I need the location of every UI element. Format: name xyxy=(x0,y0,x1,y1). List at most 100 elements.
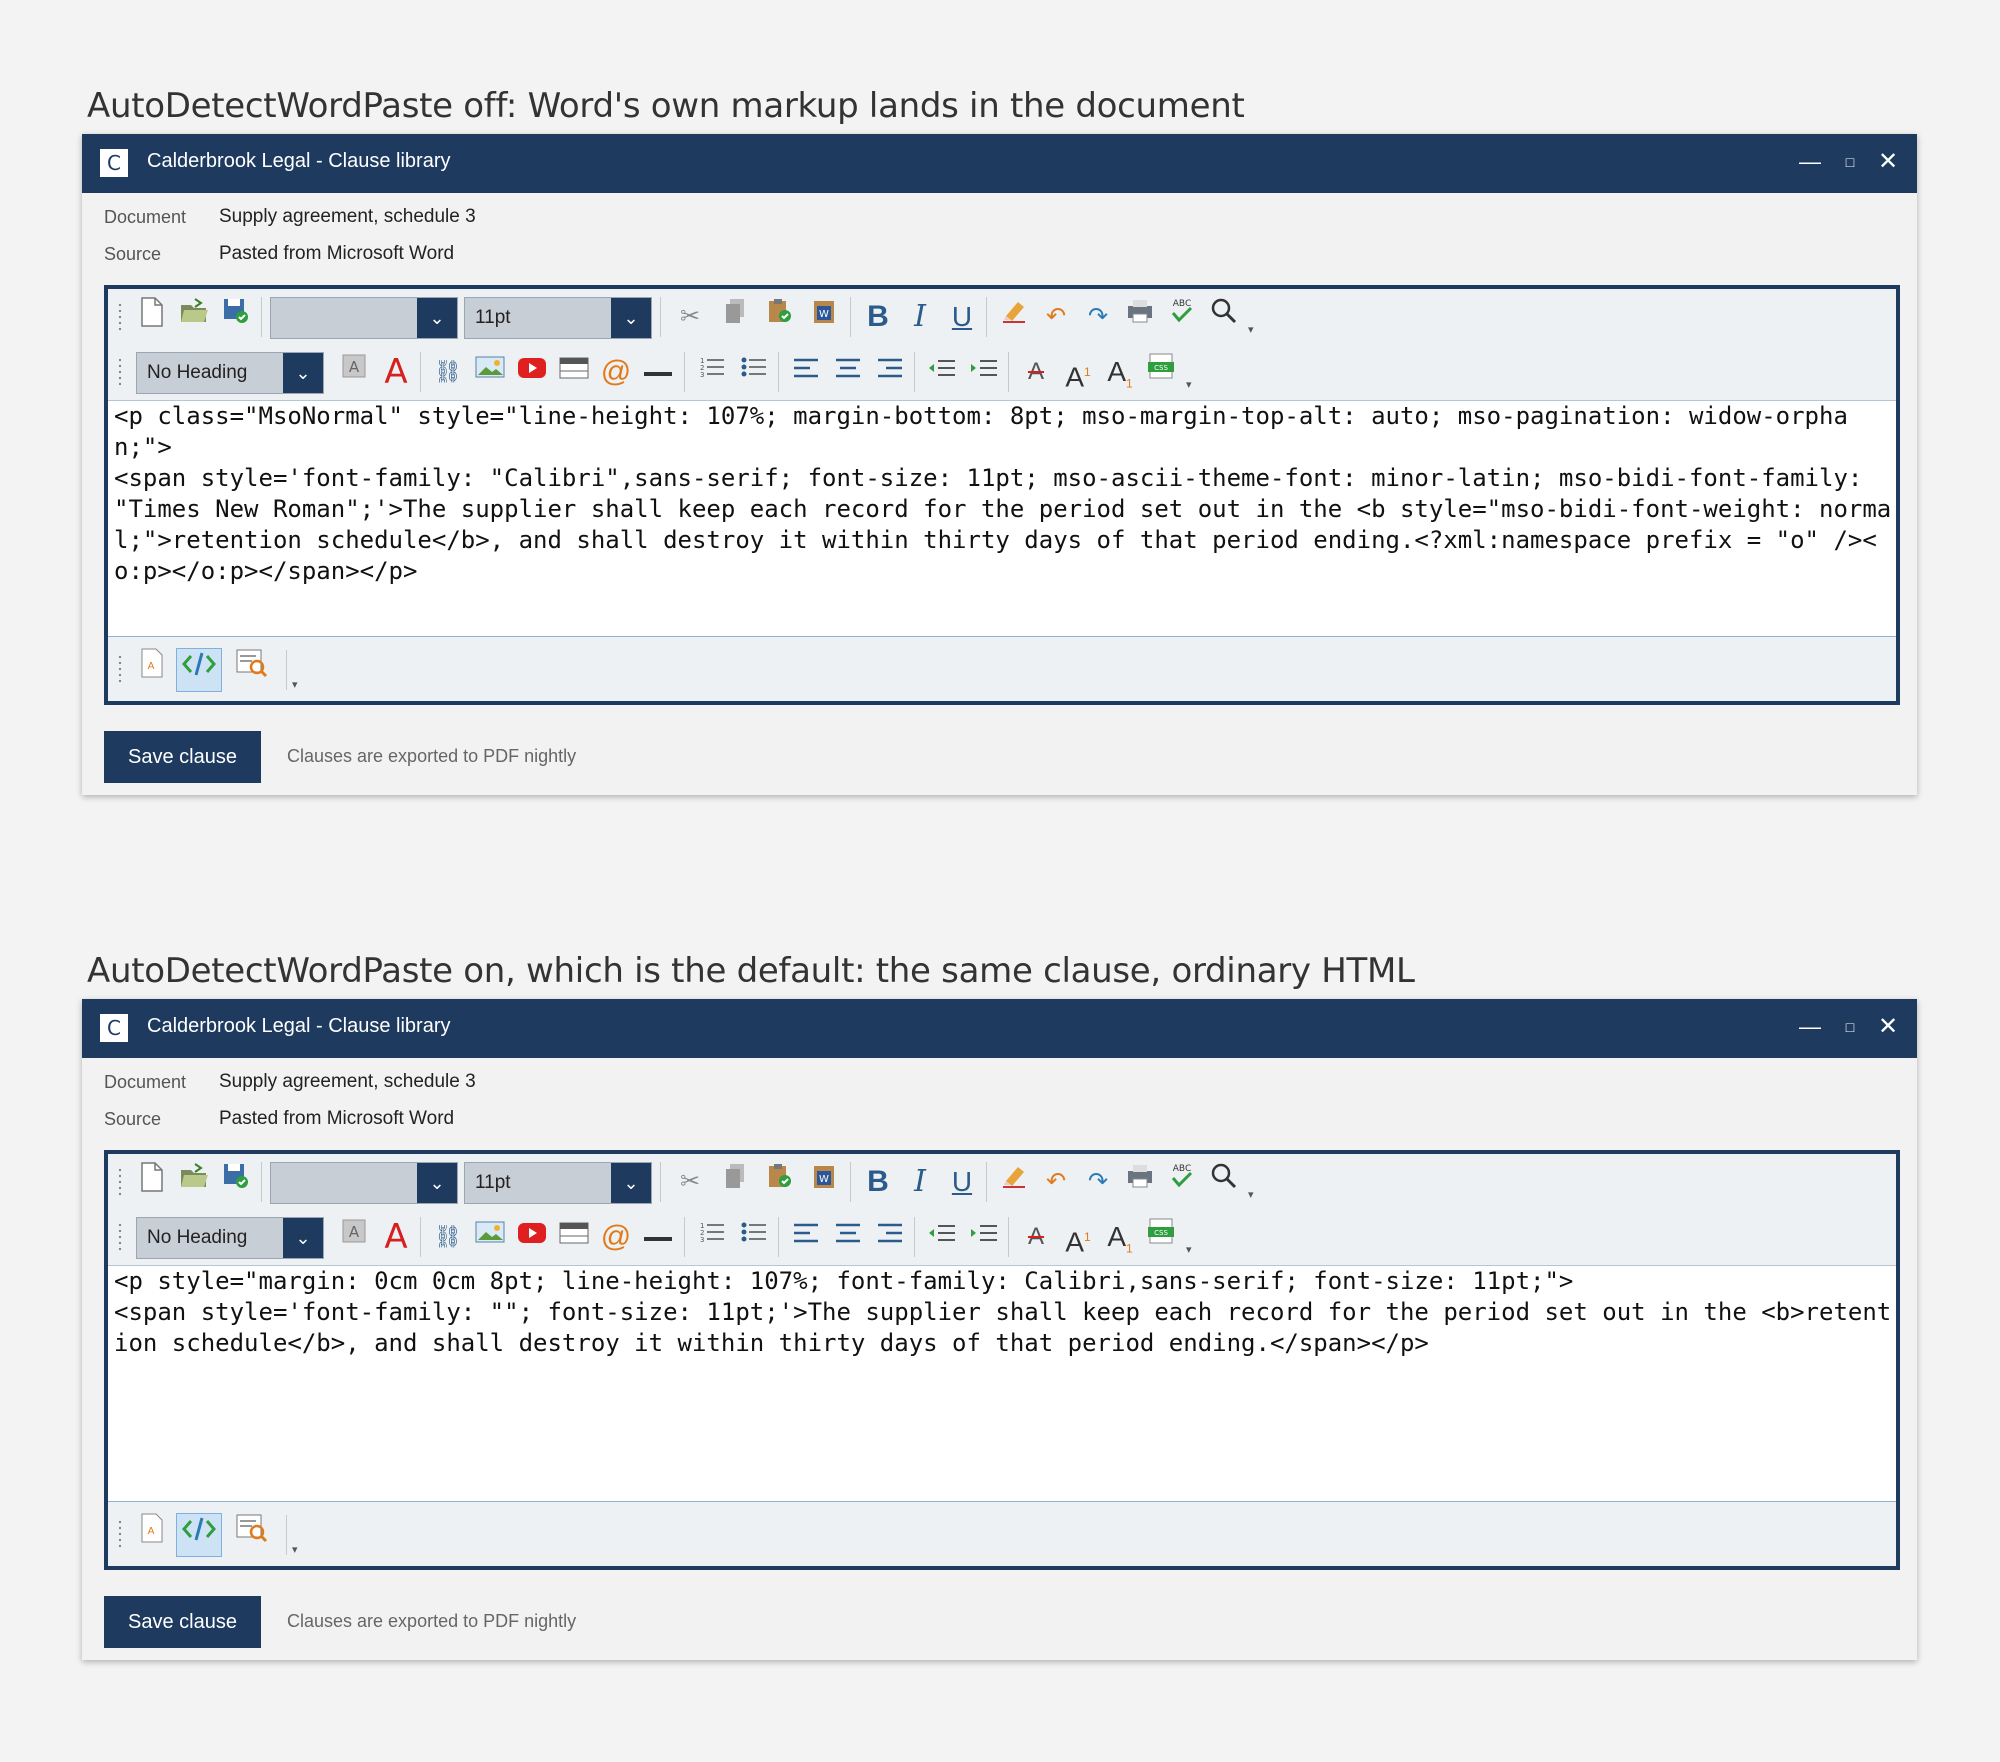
toolbar-grip[interactable] xyxy=(118,357,122,387)
design-mode-icon[interactable]: A xyxy=(132,648,172,688)
video-icon[interactable] xyxy=(512,1217,552,1257)
close-button[interactable]: ✕ xyxy=(1870,1009,1906,1045)
superscript-icon[interactable]: A1 xyxy=(1058,1217,1098,1257)
align-center-icon[interactable] xyxy=(828,352,868,392)
font-size-select[interactable]: 11pt ⌄ xyxy=(464,1162,652,1204)
chevron-down-icon[interactable]: ⌄ xyxy=(611,1163,651,1203)
numbered-list-icon[interactable]: 123 xyxy=(692,1217,732,1257)
chevron-down-icon[interactable]: ⌄ xyxy=(283,1218,323,1258)
bullet-list-icon[interactable] xyxy=(734,1217,774,1257)
save-clause-button[interactable]: Save clause xyxy=(104,731,261,783)
numbered-list-icon[interactable]: 123 xyxy=(692,352,732,392)
font-highlight-icon[interactable]: A xyxy=(334,1217,374,1257)
align-left-icon[interactable] xyxy=(786,1217,826,1257)
open-folder-icon[interactable] xyxy=(174,297,214,337)
chevron-down-icon[interactable]: ⌄ xyxy=(417,298,457,338)
new-document-icon[interactable] xyxy=(132,297,172,337)
align-left-icon[interactable] xyxy=(786,352,826,392)
toolbar-overflow-icon[interactable]: ▾ xyxy=(292,1543,304,1556)
subscript-icon[interactable]: A1 xyxy=(1100,1217,1140,1257)
heading-select[interactable]: No Heading ⌄ xyxy=(136,1217,324,1259)
open-folder-icon[interactable] xyxy=(174,1162,214,1202)
underline-icon[interactable]: U xyxy=(942,297,982,337)
save-clause-button[interactable]: Save clause xyxy=(104,1596,261,1648)
copy-icon[interactable] xyxy=(716,297,756,337)
chevron-down-icon[interactable]: ⌄ xyxy=(417,1163,457,1203)
html-mode-icon[interactable] xyxy=(176,1513,222,1557)
save-icon[interactable] xyxy=(216,297,256,337)
toolbar-overflow-icon[interactable]: ▾ xyxy=(1186,378,1198,391)
strikethrough-icon[interactable]: A xyxy=(1016,1217,1056,1257)
toolbar-overflow-icon[interactable]: ▾ xyxy=(1248,1188,1260,1201)
chevron-down-icon[interactable]: ⌄ xyxy=(283,353,323,393)
font-color-icon[interactable]: A xyxy=(376,1217,416,1257)
preview-mode-icon[interactable] xyxy=(232,1513,272,1553)
print-icon[interactable] xyxy=(1120,297,1160,337)
heading-select[interactable]: No Heading ⌄ xyxy=(136,352,324,394)
clear-format-icon[interactable] xyxy=(994,297,1034,337)
find-icon[interactable] xyxy=(1204,1162,1244,1202)
horizontal-rule-icon[interactable] xyxy=(638,1217,678,1257)
maximize-button[interactable]: □ xyxy=(1832,1009,1868,1045)
undo-icon[interactable]: ↶ xyxy=(1036,297,1076,337)
css-class-icon[interactable]: CSS xyxy=(1142,1217,1182,1257)
minimize-button[interactable]: — xyxy=(1792,144,1828,180)
strikethrough-icon[interactable]: A xyxy=(1016,352,1056,392)
font-name-select[interactable]: ⌄ xyxy=(270,1162,458,1204)
html-source-editor[interactable]: <p style="margin: 0cm 0cm 8pt; line-heig… xyxy=(108,1266,1896,1502)
bold-icon[interactable]: B xyxy=(858,1162,898,1202)
email-link-icon[interactable]: @ xyxy=(596,1217,636,1257)
italic-icon[interactable]: I xyxy=(900,297,940,337)
toolbar-grip[interactable] xyxy=(118,1519,122,1549)
spellcheck-icon[interactable]: ABC xyxy=(1162,297,1202,337)
toolbar-grip[interactable] xyxy=(118,1222,122,1252)
font-color-icon[interactable]: A xyxy=(376,352,416,392)
redo-icon[interactable]: ↷ xyxy=(1078,297,1118,337)
toolbar-grip[interactable] xyxy=(118,654,122,684)
minimize-button[interactable]: — xyxy=(1792,1009,1828,1045)
clear-format-icon[interactable] xyxy=(994,1162,1034,1202)
preview-mode-icon[interactable] xyxy=(232,648,272,688)
toolbar-grip[interactable] xyxy=(118,1167,122,1197)
video-icon[interactable] xyxy=(512,352,552,392)
subscript-icon[interactable]: A1 xyxy=(1100,352,1140,392)
indent-icon[interactable] xyxy=(964,1217,1004,1257)
horizontal-rule-icon[interactable] xyxy=(638,352,678,392)
find-icon[interactable] xyxy=(1204,297,1244,337)
link-icon[interactable]: ⛓ xyxy=(428,352,468,392)
toolbar-overflow-icon[interactable]: ▾ xyxy=(1186,1243,1198,1256)
redo-icon[interactable]: ↷ xyxy=(1078,1162,1118,1202)
table-icon[interactable] xyxy=(554,1217,594,1257)
paste-from-word-icon[interactable]: W xyxy=(804,1162,844,1202)
paste-icon[interactable] xyxy=(760,297,800,337)
close-button[interactable]: ✕ xyxy=(1870,144,1906,180)
image-icon[interactable] xyxy=(470,1217,510,1257)
italic-icon[interactable]: I xyxy=(900,1162,940,1202)
align-right-icon[interactable] xyxy=(870,352,910,392)
align-center-icon[interactable] xyxy=(828,1217,868,1257)
font-highlight-icon[interactable]: A xyxy=(334,352,374,392)
superscript-icon[interactable]: A1 xyxy=(1058,352,1098,392)
spellcheck-icon[interactable]: ABC xyxy=(1162,1162,1202,1202)
bold-icon[interactable]: B xyxy=(858,297,898,337)
align-right-icon[interactable] xyxy=(870,1217,910,1257)
html-mode-icon[interactable] xyxy=(176,648,222,692)
indent-icon[interactable] xyxy=(964,352,1004,392)
maximize-button[interactable]: □ xyxy=(1832,144,1868,180)
save-icon[interactable] xyxy=(216,1162,256,1202)
print-icon[interactable] xyxy=(1120,1162,1160,1202)
undo-icon[interactable]: ↶ xyxy=(1036,1162,1076,1202)
design-mode-icon[interactable]: A xyxy=(132,1513,172,1553)
chevron-down-icon[interactable]: ⌄ xyxy=(611,298,651,338)
paste-icon[interactable] xyxy=(760,1162,800,1202)
toolbar-overflow-icon[interactable]: ▾ xyxy=(1248,323,1260,336)
toolbar-grip[interactable] xyxy=(118,302,122,332)
font-size-select[interactable]: 11pt ⌄ xyxy=(464,297,652,339)
font-name-select[interactable]: ⌄ xyxy=(270,297,458,339)
email-link-icon[interactable]: @ xyxy=(596,352,636,392)
paste-from-word-icon[interactable]: W xyxy=(804,297,844,337)
cut-icon[interactable]: ✂ xyxy=(670,297,710,337)
link-icon[interactable]: ⛓ xyxy=(428,1217,468,1257)
css-class-icon[interactable]: CSS xyxy=(1142,352,1182,392)
html-source-editor[interactable]: <p class="MsoNormal" style="line-height:… xyxy=(108,401,1896,637)
